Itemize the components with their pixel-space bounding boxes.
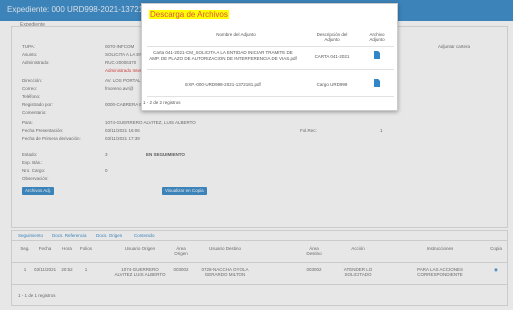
row-area-origen: 003002 (173, 267, 189, 272)
row-copia-icon[interactable]: ◉ (488, 267, 504, 273)
field-value-administrado: RUC-20006370 (105, 60, 137, 65)
tab-docs-origen[interactable]: Docs. Origen (96, 233, 122, 238)
archivos-adj-button[interactable]: Archivos Adj. (22, 187, 55, 195)
field-value-para: 1074-GUERRERO ALVITEZ, LUIS ALBERTO (105, 120, 196, 125)
row-instrucciones: PARA LAS ACCIONES CORRESPONDIENTE (417, 267, 463, 277)
window-title: Expediente: 000 URD998-2021-1372181 (7, 5, 152, 14)
tab-seguimiento[interactable]: Seguimiento (18, 233, 43, 238)
col-header-hora: Hora (62, 246, 72, 251)
field-label-administrado: Administrado: (22, 60, 50, 65)
modal-col-descripcion: Descripción del Adjunto (316, 32, 348, 42)
modal-title: Descarga de Archivos (149, 10, 229, 19)
row-usuario-destino: 0728-NACCHA OYOLA GERARDO MILTON (201, 267, 249, 277)
table-header-divider (11, 262, 508, 263)
col-header-accion: Acción (351, 246, 365, 251)
modal-row1-divider (147, 69, 394, 70)
field-value-fecha-derivacion: 03/11/2021 17:39 (105, 136, 140, 141)
modal-row1-desc: CARTA 041-2021 (314, 54, 350, 59)
col-header-copia: Copia (490, 246, 502, 251)
field-label-asunto: Asunto: (22, 52, 38, 57)
field-label-observacion: Observación: (22, 176, 49, 181)
col-header-area-destino: Área Destino (306, 246, 322, 256)
col-header-area-origen: Área Origen (174, 246, 188, 256)
visualizar-copia-button[interactable]: Visualizar en Copia (162, 187, 207, 195)
modal-row1-name: Carta 041-2021-CM_SOLICITA A LA ENTIDAD … (149, 50, 297, 61)
col-header-usuario-origen: Usuario Origen (124, 246, 156, 251)
tabs-divider (11, 240, 508, 241)
modal-row2-name: EXP.-000-URD998-2021-1372181.pdf (185, 82, 261, 87)
visualizar-copia-label: Visualizar en Copia (165, 188, 204, 193)
row-hora: 20:52 (61, 267, 73, 272)
field-value-tupa: 0070-INFCOM (105, 44, 135, 49)
col-header-fecha: Fecha (38, 246, 52, 251)
table-row-divider (11, 284, 508, 285)
field-label-fecha-presentacion: Fecha Presentación: (22, 128, 64, 133)
field-value-correo: fmoreno.avr@ (105, 86, 134, 91)
field-value-asunto: SOLICITA A LA EN (105, 52, 143, 57)
row-seg: 1 (23, 267, 27, 272)
modal-col-nombre: Nombre del Adjunto (216, 32, 256, 37)
modal-row2-desc: Cargo URD999 (316, 82, 348, 87)
row-folios: 1 (84, 267, 88, 272)
col-header-seg: Seg. (20, 246, 30, 251)
modal-header-divider (147, 46, 394, 47)
field-label-tupa: TUPA: (22, 44, 35, 49)
field-label-comentario: Comentario: (22, 110, 47, 115)
field-label-para: Para: (22, 120, 33, 125)
row-accion: ATENDER LO SOLICITADO (343, 267, 373, 277)
modal-row2-divider (147, 96, 394, 97)
field-label-direccion: Dirección: (22, 78, 43, 83)
file-icon[interactable] (374, 51, 380, 59)
field-label-correo: Correo: (22, 86, 38, 91)
row-fecha: 03/11/2021 (34, 267, 57, 272)
tab-contenido[interactable]: Contenido (134, 233, 155, 238)
table-footer: 1 - 1 de 1 registros (18, 293, 56, 298)
field-label-telefono: Teléfono: (22, 94, 41, 99)
field-label-estado: Estado: (22, 152, 38, 157)
col-header-folios: Folios (79, 246, 92, 251)
row-area-destino: 003002 (306, 267, 322, 272)
estado-text: EN SEGUIMIENTO (146, 152, 185, 157)
tupa-right-link[interactable]: Adjuntar cartera (438, 44, 470, 49)
field-label-registrado: Registrado por: (22, 102, 53, 107)
modal-footer: 1 - 2 de 2 registros (143, 100, 181, 105)
field-label-nro-cargo: Nro. Cargo: (22, 168, 46, 173)
field-value-fecha-presentacion: 03/11/2021 16:06 (105, 128, 140, 133)
folios-label: Fol.Rec: (300, 128, 317, 133)
field-value-estado: 3 (105, 152, 108, 157)
download-modal: Descarga de Archivos Nombre del Adjunto … (141, 3, 398, 111)
tab-docs-referencia[interactable]: Docs. Referencia (52, 233, 87, 238)
col-header-usuario-destino: Usuario Destino (208, 246, 241, 251)
field-value-nro-cargo: 0 (105, 168, 108, 173)
field-label-fecha-derivacion: Fecha de Primera derivación: (22, 136, 81, 141)
col-header-instrucciones: Instrucciones (426, 246, 454, 251)
modal-col-archivo: Archivo Adjunto (369, 32, 385, 42)
row-usuario-origen: 1074-GUERRERO ALVITEZ LUIS ALBERTO (114, 267, 166, 277)
file-icon[interactable] (374, 79, 380, 87)
archivos-adj-label: Archivos Adj. (25, 188, 52, 193)
field-label-exp-bas: Exp. Bás.: (22, 160, 43, 165)
folios-value: 1 (380, 128, 383, 133)
